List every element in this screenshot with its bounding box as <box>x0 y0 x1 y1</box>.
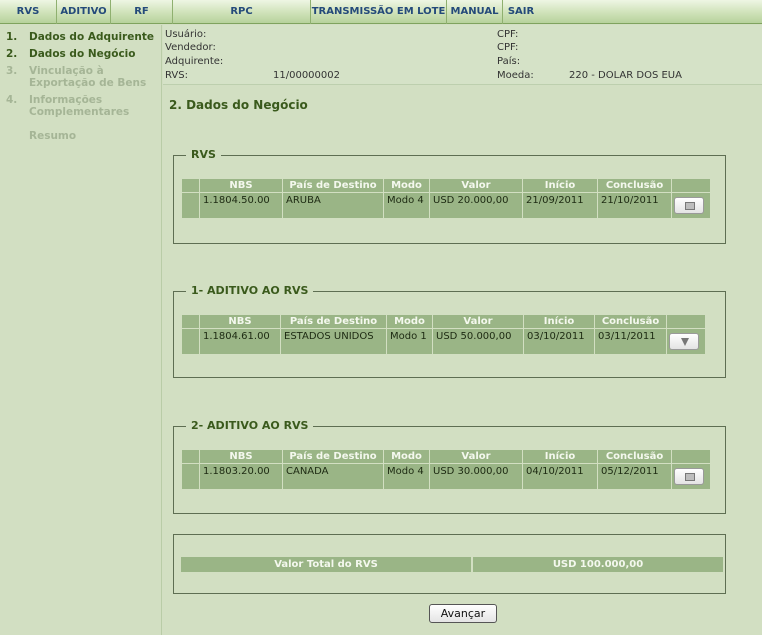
aditivo-2-fieldset: 2- ADITIVO AO RVS NBS País de Destino Mo… <box>173 419 726 514</box>
document-icon[interactable] <box>674 197 704 214</box>
column-header-pais-de-destino: País de Destino <box>283 450 383 463</box>
fieldset-legend: 2- ADITIVO AO RVS <box>186 419 314 432</box>
pais-label: País: <box>497 56 521 67</box>
aditivo-2-table: NBS País de Destino Modo Valor Início Co… <box>181 449 711 490</box>
rvs-table: NBS País de Destino Modo Valor Início Co… <box>181 178 711 219</box>
valor-cell: USD 20.000,00 <box>430 193 522 218</box>
top-menu-bar: RVS ADITIVO RF RPC TRANSMISSÃO EM LOTE M… <box>0 0 762 24</box>
step-label: Dados do Adquirente <box>29 31 154 43</box>
step-number: 4. <box>6 94 18 106</box>
menu-transmissao-em-lote[interactable]: TRANSMISSÃO EM LOTE <box>311 0 447 24</box>
pais-cell: ARUBA <box>283 193 383 218</box>
inicio-cell: 21/09/2011 <box>523 193 597 218</box>
column-header-nbs: NBS <box>200 450 282 463</box>
menu-manual[interactable]: MANUAL <box>447 0 503 24</box>
aditivo-1-fieldset: 1- ADITIVO AO RVS NBS País de Destino Mo… <box>173 284 726 378</box>
column-header-valor: Valor <box>430 179 522 192</box>
nbs-cell: 1.1804.61.00 <box>200 329 280 354</box>
conclusao-cell: 21/10/2011 <box>598 193 671 218</box>
total-box: Valor Total do RVS USD 100.000,00 <box>173 534 726 594</box>
inicio-cell: 03/10/2011 <box>524 329 594 354</box>
column-header-nbs: NBS <box>200 179 282 192</box>
step-number: 1. <box>6 31 18 43</box>
step-number: 2. <box>6 48 18 60</box>
table-row: 1.1804.50.00 ARUBA Modo 4 USD 20.000,00 … <box>182 193 710 218</box>
valor-cell: USD 30.000,00 <box>430 464 522 489</box>
column-header-modo: Modo <box>387 315 432 328</box>
usuario-label: Usuário: <box>165 29 207 40</box>
column-header-conclusao: Conclusão <box>595 315 666 328</box>
rvs-fieldset: RVS NBS País de Destino Modo Valor Iníci… <box>173 148 726 244</box>
vendedor-label: Vendedor: <box>165 42 216 53</box>
fieldset-legend: RVS <box>186 148 221 161</box>
cpf-label: CPF: <box>497 29 519 40</box>
fieldset-legend: 1- ADITIVO AO RVS <box>186 284 314 297</box>
menu-rvs[interactable]: RVS <box>0 0 57 24</box>
column-header-valor: Valor <box>433 315 523 328</box>
inicio-cell: 04/10/2011 <box>523 464 597 489</box>
valor-cell: USD 50.000,00 <box>433 329 523 354</box>
table-row: 1.1803.20.00 CANADA Modo 4 USD 30.000,00… <box>182 464 710 489</box>
column-header-conclusao: Conclusão <box>598 179 671 192</box>
steps-sidebar: 1. Dados do Adquirente 2. Dados do Negóc… <box>0 25 162 635</box>
column-header-modo: Modo <box>384 450 429 463</box>
menu-rpc[interactable]: RPC <box>173 0 311 24</box>
conclusao-cell: 03/11/2011 <box>595 329 666 354</box>
column-header-modo: Modo <box>384 179 429 192</box>
pais-cell: CANADA <box>283 464 383 489</box>
moeda-value: 220 - DOLAR DOS EUA <box>569 70 682 81</box>
avancar-button[interactable]: Avançar <box>429 604 497 623</box>
step-label: Resumo <box>29 130 77 142</box>
table-row: 1.1804.61.00 ESTADOS UNIDOS Modo 1 USD 5… <box>182 329 705 354</box>
modo-cell: Modo 4 <box>384 464 429 489</box>
cpf-label: CPF: <box>497 42 519 53</box>
column-header-pais-de-destino: País de Destino <box>283 179 383 192</box>
column-header-inicio: Início <box>524 315 594 328</box>
rvs-info-header: Usuário: Vendedor: Adquirente: RVS: 11/0… <box>163 25 762 85</box>
conclusao-cell: 05/12/2011 <box>598 464 671 489</box>
step-label: Dados do Negócio <box>29 48 136 60</box>
step-label: Vinculação à Exportação de Bens <box>29 65 147 89</box>
rvs-label: RVS: <box>165 70 188 81</box>
total-label: Valor Total do RVS <box>181 557 471 572</box>
modo-cell: Modo 1 <box>387 329 432 354</box>
nbs-cell: 1.1803.20.00 <box>200 464 282 489</box>
column-header-pais-de-destino: País de Destino <box>281 315 386 328</box>
page-title: 2. Dados do Negócio <box>169 98 308 112</box>
menu-aditivo[interactable]: ADITIVO <box>57 0 111 24</box>
column-header-conclusao: Conclusão <box>598 450 671 463</box>
step-number: 3. <box>6 65 18 77</box>
nbs-cell: 1.1804.50.00 <box>200 193 282 218</box>
column-header-nbs: NBS <box>200 315 280 328</box>
step-label: Informações Complementares <box>29 94 130 118</box>
column-header-inicio: Início <box>523 179 597 192</box>
column-header-inicio: Início <box>523 450 597 463</box>
moeda-label: Moeda: <box>497 70 534 81</box>
adquirente-label: Adquirente: <box>165 56 224 67</box>
total-value: USD 100.000,00 <box>473 557 723 572</box>
menu-sair[interactable]: SAIR <box>503 0 539 24</box>
modo-cell: Modo 4 <box>384 193 429 218</box>
pais-cell: ESTADOS UNIDOS <box>281 329 386 354</box>
document-icon[interactable] <box>674 468 704 485</box>
arrow-down-icon[interactable] <box>669 333 699 350</box>
column-header-valor: Valor <box>430 450 522 463</box>
menu-rf[interactable]: RF <box>111 0 173 24</box>
aditivo-1-table: NBS País de Destino Modo Valor Início Co… <box>181 314 706 355</box>
rvs-value: 11/00000002 <box>273 70 340 81</box>
